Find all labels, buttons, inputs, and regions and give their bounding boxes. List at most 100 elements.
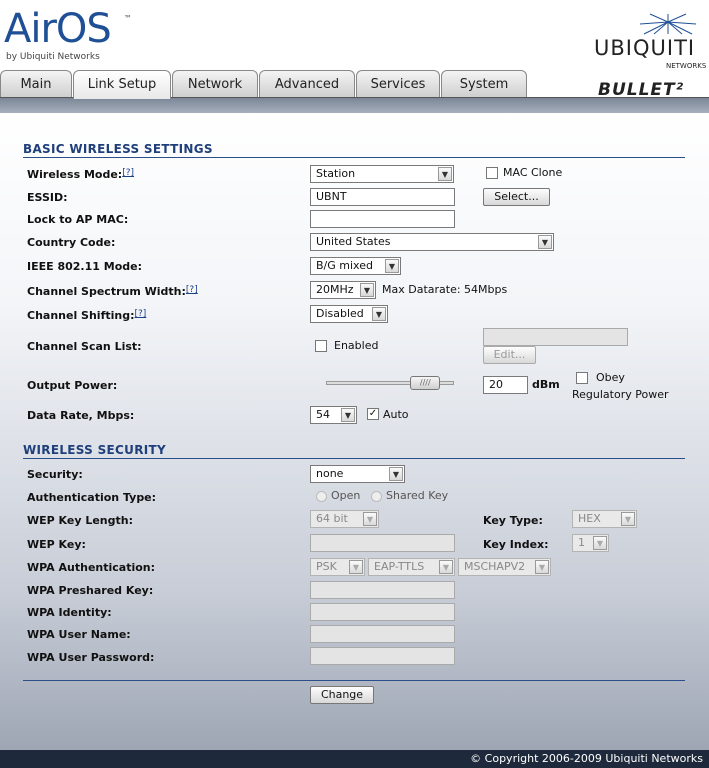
- ubiquiti-logo: UBIQUITI NETWORKS: [590, 10, 708, 80]
- output-power-label: Output Power:: [27, 379, 118, 392]
- wireless-mode-label: Wireless Mode:[?]: [27, 168, 134, 181]
- channel-shifting-label: Channel Shifting:[?]: [27, 309, 147, 322]
- regulatory-power-label: Regulatory Power: [572, 388, 669, 401]
- basic-rule: [23, 157, 685, 158]
- essid-input[interactable]: UBNT: [310, 188, 455, 206]
- tab-system[interactable]: System: [441, 70, 527, 97]
- country-code-select[interactable]: United States ▼: [310, 233, 554, 251]
- wep-key-input[interactable]: [310, 534, 455, 552]
- security-label: Security:: [27, 468, 83, 481]
- key-index-label: Key Index:: [483, 538, 549, 551]
- chevron-down-icon: ▼: [360, 283, 374, 297]
- wpa-auth-label: WPA Authentication:: [27, 561, 156, 574]
- chevron-down-icon: ▼: [363, 512, 377, 526]
- ieee-mode-select[interactable]: B/G mixed ▼: [310, 257, 401, 275]
- chevron-down-icon: ▼: [535, 560, 549, 574]
- security-rule: [23, 458, 685, 459]
- channel-width-label: Channel Spectrum Width:[?]: [27, 285, 198, 298]
- chevron-down-icon: ▼: [372, 307, 386, 321]
- chevron-down-icon: ▼: [621, 512, 635, 526]
- channel-width-help[interactable]: [?]: [186, 285, 198, 295]
- mac-clone-checkbox[interactable]: [486, 167, 498, 179]
- channel-scan-label: Channel Scan List:: [27, 340, 142, 353]
- output-power-input[interactable]: 20: [483, 376, 528, 394]
- lock-ap-mac-label: Lock to AP MAC:: [27, 213, 129, 226]
- data-rate-label: Data Rate, Mbps:: [27, 409, 135, 422]
- chevron-down-icon: ▼: [385, 259, 399, 273]
- airos-logo-tm: ™: [124, 14, 132, 23]
- airos-logo: AirOS ™ by Ubiquiti Networks: [4, 6, 144, 66]
- wpa-identity-input[interactable]: [310, 603, 455, 621]
- select-ap-button[interactable]: Select...: [483, 188, 550, 206]
- bottom-rule: [23, 680, 685, 681]
- mac-clone-label: MAC Clone: [503, 166, 563, 179]
- wireless-mode-help[interactable]: [?]: [122, 168, 134, 178]
- channel-width-select[interactable]: 20MHz ▼: [310, 281, 376, 299]
- chevron-down-icon: ▼: [438, 167, 452, 181]
- wpa-psk-input[interactable]: [310, 581, 455, 599]
- tab-main[interactable]: Main: [0, 70, 72, 97]
- chevron-down-icon: ▼: [439, 560, 453, 574]
- output-power-slider-thumb[interactable]: ////: [410, 376, 441, 390]
- key-type-label: Key Type:: [483, 514, 543, 527]
- obey-regulatory-checkbox[interactable]: [576, 372, 588, 384]
- ubiquiti-logo-text: UBIQUITI: [594, 36, 696, 60]
- channel-scan-list-input[interactable]: [483, 328, 628, 346]
- wireless-mode-select[interactable]: Station ▼: [310, 165, 454, 183]
- lock-ap-mac-input[interactable]: [310, 210, 455, 228]
- data-rate-select[interactable]: 54 ▼: [310, 406, 357, 424]
- copyright-text: © Copyright 2006-2009 Ubiquiti Networks: [470, 752, 703, 765]
- data-rate-auto-checkbox[interactable]: ✓: [367, 408, 379, 420]
- top-bar: [0, 97, 709, 114]
- wpa-password-input[interactable]: [310, 647, 455, 665]
- data-rate-auto-label: Auto: [383, 408, 409, 421]
- wpa-user-label: WPA User Name:: [27, 628, 131, 641]
- auth-open-radio[interactable]: [316, 491, 327, 502]
- chevron-down-icon: ▼: [389, 467, 403, 481]
- output-power-unit: dBm: [532, 378, 560, 391]
- wpa-identity-label: WPA Identity:: [27, 606, 112, 619]
- wep-key-label: WEP Key:: [27, 538, 86, 551]
- wpa-auth-eap-select[interactable]: EAP-TTLS ▼: [368, 558, 455, 576]
- wpa-password-label: WPA User Password:: [27, 651, 155, 664]
- wpa-auth-psk-select[interactable]: PSK ▼: [310, 558, 365, 576]
- tab-advanced[interactable]: Advanced: [259, 70, 355, 97]
- wpa-auth-inner-select[interactable]: MSCHAPV2 ▼: [458, 558, 551, 576]
- chevron-down-icon: ▼: [349, 560, 363, 574]
- airos-logo-by: by Ubiquiti Networks: [6, 52, 100, 62]
- key-type-select[interactable]: HEX ▼: [572, 510, 637, 528]
- auth-open-label: Open: [331, 489, 361, 502]
- channel-scan-enabled-label: Enabled: [334, 339, 379, 352]
- essid-label: ESSID:: [27, 191, 68, 204]
- auth-shared-label: Shared Key: [386, 489, 449, 502]
- auth-shared-radio[interactable]: [371, 491, 382, 502]
- key-index-select[interactable]: 1 ▼: [572, 534, 609, 552]
- chevron-down-icon: ▼: [341, 408, 355, 422]
- channel-shifting-help[interactable]: [?]: [135, 309, 147, 319]
- obey-label: Obey: [596, 371, 625, 384]
- tab-services[interactable]: Services: [356, 70, 440, 97]
- tab-link-setup[interactable]: Link Setup: [73, 70, 171, 99]
- airos-logo-text: AirOS: [4, 6, 112, 52]
- ieee-mode-label: IEEE 802.11 Mode:: [27, 260, 142, 273]
- security-select[interactable]: none ▼: [310, 465, 405, 483]
- chevron-down-icon: ▼: [538, 235, 552, 249]
- wep-key-length-select[interactable]: 64 bit ▼: [310, 510, 379, 528]
- country-code-label: Country Code:: [27, 236, 116, 249]
- max-datarate-text: Max Datarate: 54Mbps: [382, 283, 508, 296]
- wpa-user-input[interactable]: [310, 625, 455, 643]
- ubiquiti-antenna-icon: [639, 13, 697, 35]
- wep-key-length-label: WEP Key Length:: [27, 514, 133, 527]
- channel-scan-edit-button[interactable]: Edit...: [483, 346, 536, 364]
- channel-shifting-select[interactable]: Disabled ▼: [310, 305, 388, 323]
- change-button[interactable]: Change: [310, 686, 374, 704]
- basic-wireless-title: BASIC WIRELESS SETTINGS: [23, 142, 213, 156]
- tab-network[interactable]: Network: [172, 70, 258, 97]
- wpa-psk-label: WPA Preshared Key:: [27, 584, 154, 597]
- wireless-security-title: WIRELESS SECURITY: [23, 443, 166, 457]
- footer: © Copyright 2006-2009 Ubiquiti Networks: [0, 750, 709, 768]
- ubiquiti-logo-sub: NETWORKS: [666, 62, 707, 70]
- chevron-down-icon: ▼: [593, 536, 607, 550]
- auth-type-label: Authentication Type:: [27, 491, 157, 504]
- channel-scan-enabled-checkbox[interactable]: [315, 340, 327, 352]
